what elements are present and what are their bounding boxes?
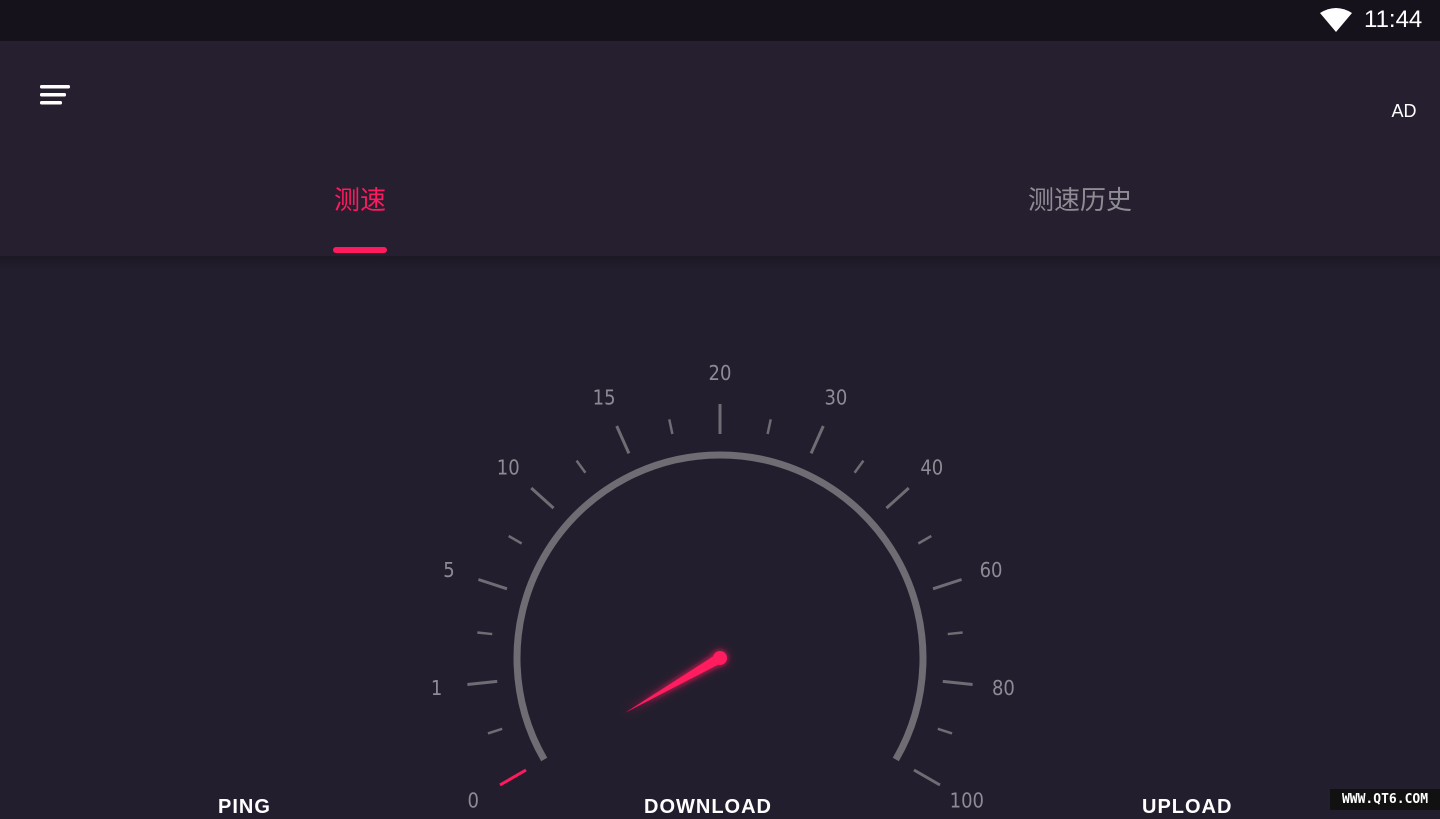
gauge-major-tick [467, 679, 498, 687]
gauge-minor-tick [853, 459, 865, 474]
wifi-icon [1320, 8, 1352, 32]
gauge-scale-label: 100 [950, 789, 984, 811]
gauge-major-tick [615, 425, 631, 454]
ad-button[interactable]: AD [1380, 101, 1428, 122]
gauge-needle-hub [713, 651, 727, 665]
gauge-scale-labels: 01510152030406080100 [431, 361, 1015, 810]
upload-label: UPLOAD [1142, 796, 1233, 818]
gauge-major-tick [932, 578, 963, 591]
gauge-needle [624, 651, 727, 713]
status-time: 11:44 [1364, 6, 1423, 33]
gauge-minor-tick [487, 727, 503, 735]
gauge-minor-tick [917, 534, 932, 545]
gauge-arc [513, 451, 927, 762]
speedtest-panel: 0 1 5 10 15 20 30 40 60 80 100 PING DOWNLOAD UPLOA… [0, 256, 1440, 818]
gauge-minor-tick [947, 631, 963, 636]
gauge-major-tick [499, 768, 527, 787]
app-bar: AD 测速 测速历史 [0, 41, 1440, 256]
gauge-minor-tick [508, 534, 523, 545]
gauge-major-tick [942, 679, 973, 687]
gauge-minor-tick [937, 727, 953, 735]
gauge-major-tick [913, 768, 941, 787]
gauge-scale-label: 40 [920, 455, 943, 479]
gauge-scale-label: 80 [992, 676, 1015, 700]
menu-icon[interactable] [30, 73, 80, 117]
speed-gauge: 01510152030406080100 [431, 361, 1015, 810]
gauge-needle-pointer [624, 653, 723, 713]
status-bar: 11:44 [0, 0, 1440, 41]
tab-speedtest-history[interactable]: 测速历史 [960, 176, 1200, 226]
gauge-scale-label: 1 [431, 676, 442, 700]
gauge-scale-label: 0 [467, 789, 478, 811]
gauge-major-tick [809, 425, 825, 454]
gauge-major-tick [477, 578, 508, 591]
gauge-minor-tick [575, 459, 587, 474]
gauge-scale-label: 10 [497, 455, 520, 479]
gauge-scale-label: 60 [980, 558, 1003, 582]
gauge-scale-label: 20 [709, 361, 732, 385]
gauge-minor-tick [668, 419, 674, 435]
gauge-major-tick [885, 486, 910, 510]
download-label: DOWNLOAD [644, 796, 772, 818]
gauge-minor-tick [766, 419, 772, 435]
active-tab-indicator [333, 247, 387, 253]
gauge-scale-label: 30 [824, 386, 847, 410]
gauge-ticks [467, 404, 973, 787]
gauge-scale-label: 15 [593, 386, 616, 410]
ping-label: PING [218, 796, 271, 818]
gauge-scale-label: 5 [443, 558, 454, 582]
tab-speedtest[interactable]: 测速 [300, 176, 420, 226]
gauge-major-tick [530, 486, 555, 510]
gauge-minor-tick [477, 631, 493, 636]
watermark: WWW.QT6.COM [1330, 789, 1440, 810]
